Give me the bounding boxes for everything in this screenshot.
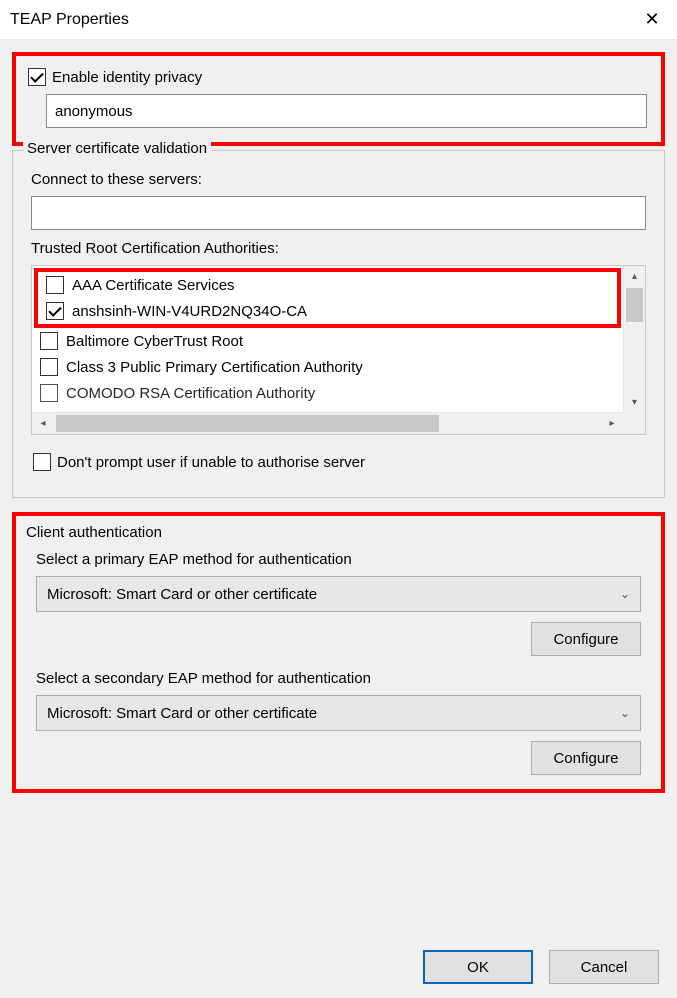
primary-eap-value: Microsoft: Smart Card or other certifica… xyxy=(47,586,317,603)
client-authentication-group: Client authentication Select a primary E… xyxy=(12,512,665,793)
scroll-corner xyxy=(623,412,645,434)
ca-item[interactable]: AAA Certificate Services xyxy=(38,272,617,298)
primary-eap-dropdown[interactable]: Microsoft: Smart Card or other certifica… xyxy=(36,576,641,612)
ca-checkbox[interactable] xyxy=(40,332,58,350)
vscroll-thumb[interactable] xyxy=(626,288,643,322)
ok-button[interactable]: OK xyxy=(423,950,533,984)
secondary-eap-label: Select a secondary EAP method for authen… xyxy=(36,670,651,687)
identity-privacy-group: Enable identity privacy xyxy=(12,52,665,146)
ok-label: OK xyxy=(467,959,489,976)
hscroll-track[interactable] xyxy=(54,413,601,434)
client-auth-legend: Client authentication xyxy=(26,524,651,541)
secondary-configure-button[interactable]: Configure xyxy=(531,741,641,775)
primary-eap-label: Select a primary EAP method for authenti… xyxy=(36,551,651,568)
ca-name: anshsinh-WIN-V4URD2NQ34O-CA xyxy=(72,303,307,320)
horizontal-scrollbar[interactable]: ◂ ▸ xyxy=(32,412,623,434)
dialog-footer: OK Cancel xyxy=(423,950,659,984)
scroll-up-arrow-icon[interactable]: ▴ xyxy=(624,266,645,286)
teap-properties-dialog: TEAP Properties ✕ Enable identity privac… xyxy=(0,0,677,998)
secondary-eap-value: Microsoft: Smart Card or other certifica… xyxy=(47,705,317,722)
ca-item[interactable]: Baltimore CyberTrust Root xyxy=(32,328,623,354)
trusted-root-label: Trusted Root Certification Authorities: xyxy=(31,240,646,257)
connect-to-servers-label: Connect to these servers: xyxy=(31,171,646,188)
vertical-scrollbar[interactable]: ▴ ▾ xyxy=(623,266,645,412)
ca-item[interactable]: Class 3 Public Primary Certification Aut… xyxy=(32,354,623,380)
identity-privacy-input[interactable] xyxy=(46,94,647,128)
ca-name: COMODO RSA Certification Authority xyxy=(66,385,315,402)
ca-checkbox[interactable] xyxy=(46,302,64,320)
ca-checkbox[interactable] xyxy=(46,276,64,294)
ca-name: AAA Certificate Services xyxy=(72,277,235,294)
ca-name: Class 3 Public Primary Certification Aut… xyxy=(66,359,363,376)
ca-checkbox[interactable] xyxy=(40,384,58,402)
server-certificate-validation-group: Server certificate validation Connect to… xyxy=(12,150,665,498)
cancel-button[interactable]: Cancel xyxy=(549,950,659,984)
scroll-left-arrow-icon[interactable]: ◂ xyxy=(32,413,54,434)
close-icon: ✕ xyxy=(644,9,659,30)
dont-prompt-label: Don't prompt user if unable to authorise… xyxy=(57,454,365,471)
trusted-root-listbox[interactable]: AAA Certificate Services anshsinh-WIN-V4… xyxy=(31,265,646,435)
close-button[interactable]: ✕ xyxy=(627,0,677,40)
window-title: TEAP Properties xyxy=(10,11,129,29)
primary-configure-button[interactable]: Configure xyxy=(531,622,641,656)
ca-name: Baltimore CyberTrust Root xyxy=(66,333,243,350)
ca-checkbox[interactable] xyxy=(40,358,58,376)
chevron-down-icon: ⌄ xyxy=(620,706,630,720)
ca-item[interactable]: COMODO RSA Certification Authority xyxy=(32,380,623,406)
dont-prompt-checkbox[interactable] xyxy=(33,453,51,471)
titlebar: TEAP Properties ✕ xyxy=(0,0,677,40)
configure-label: Configure xyxy=(553,750,618,767)
secondary-eap-dropdown[interactable]: Microsoft: Smart Card or other certifica… xyxy=(36,695,641,731)
ca-item[interactable]: anshsinh-WIN-V4URD2NQ34O-CA xyxy=(38,298,617,324)
scroll-down-arrow-icon[interactable]: ▾ xyxy=(624,392,645,412)
scroll-right-arrow-icon[interactable]: ▸ xyxy=(601,413,623,434)
cancel-label: Cancel xyxy=(581,959,628,976)
configure-label: Configure xyxy=(553,631,618,648)
hscroll-thumb[interactable] xyxy=(56,415,439,432)
highlighted-cas: AAA Certificate Services anshsinh-WIN-V4… xyxy=(34,268,621,328)
chevron-down-icon: ⌄ xyxy=(620,587,630,601)
connect-to-servers-input[interactable] xyxy=(31,196,646,230)
server-validation-legend: Server certificate validation xyxy=(23,140,211,157)
enable-identity-privacy-label: Enable identity privacy xyxy=(52,69,202,86)
enable-identity-privacy-checkbox[interactable] xyxy=(28,68,46,86)
vscroll-track[interactable] xyxy=(624,286,645,392)
